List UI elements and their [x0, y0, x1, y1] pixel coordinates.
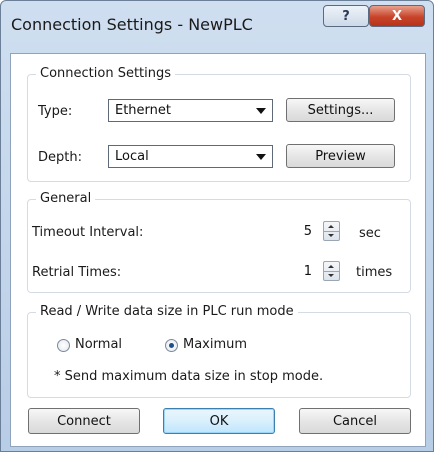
timeout-interval-value: 5 — [303, 224, 312, 239]
read-write-legend: Read / Write data size in PLC run mode — [36, 304, 298, 319]
title-bar[interactable]: Connection Settings - NewPLC ? X — [1, 1, 433, 51]
retrial-times-value: 1 — [303, 264, 312, 279]
retrial-unit-label: times — [356, 265, 393, 280]
maximum-radio-label[interactable]: Maximum — [183, 337, 247, 352]
preview-button-label: Preview — [315, 148, 366, 164]
timeout-interval-input[interactable]: 5 — [266, 221, 318, 243]
help-button[interactable]: ? — [323, 5, 369, 27]
connection-settings-legend: Connection Settings — [36, 66, 176, 81]
spin-down-icon[interactable] — [324, 271, 339, 280]
depth-label: Depth: — [38, 150, 82, 165]
chevron-down-icon — [256, 108, 266, 114]
normal-radio-label[interactable]: Normal — [75, 337, 122, 352]
type-select[interactable]: Ethernet — [108, 99, 273, 122]
normal-radio[interactable] — [57, 339, 70, 352]
general-group: General Timeout Interval: 5 sec Retrial … — [27, 191, 411, 293]
timeout-interval-spinner[interactable] — [323, 221, 340, 241]
type-label: Type: — [38, 104, 73, 119]
retrial-times-input[interactable]: 1 — [266, 261, 318, 283]
general-legend: General — [36, 191, 96, 206]
timeout-unit-label: sec — [359, 226, 381, 241]
preview-button[interactable]: Preview — [286, 144, 395, 168]
chevron-down-icon — [256, 154, 266, 160]
ok-button-label: OK — [209, 413, 229, 429]
depth-select-value: Local — [115, 149, 149, 164]
retrial-times-label: Retrial Times: — [32, 265, 122, 280]
spin-down-icon[interactable] — [324, 231, 339, 240]
cancel-button[interactable]: Cancel — [299, 408, 411, 434]
dialog-window: Connection Settings - NewPLC ? X Connect… — [0, 0, 434, 452]
read-write-group: Read / Write data size in PLC run mode N… — [27, 304, 411, 398]
type-select-value: Ethernet — [115, 103, 171, 118]
cancel-button-label: Cancel — [332, 413, 378, 429]
ok-button[interactable]: OK — [163, 408, 275, 434]
maximum-radio[interactable] — [165, 339, 178, 352]
close-button[interactable]: X — [369, 5, 425, 27]
connection-settings-group: Connection Settings Type: Ethernet Setti… — [27, 66, 411, 182]
settings-button-label: Settings... — [307, 102, 374, 118]
timeout-interval-label: Timeout Interval: — [32, 225, 144, 240]
connect-button-label: Connect — [57, 413, 111, 429]
connect-button[interactable]: Connect — [28, 408, 140, 434]
settings-button[interactable]: Settings... — [286, 98, 395, 122]
dialog-client-area: Connection Settings Type: Ethernet Setti… — [10, 53, 426, 447]
help-icon: ? — [342, 8, 350, 24]
close-icon: X — [391, 8, 403, 24]
retrial-times-spinner[interactable] — [323, 261, 340, 281]
stop-mode-note: * Send maximum data size in stop mode. — [54, 369, 324, 384]
depth-select[interactable]: Local — [108, 145, 273, 168]
radio-selected-dot — [169, 343, 174, 348]
window-title: Connection Settings - NewPLC — [11, 15, 253, 34]
